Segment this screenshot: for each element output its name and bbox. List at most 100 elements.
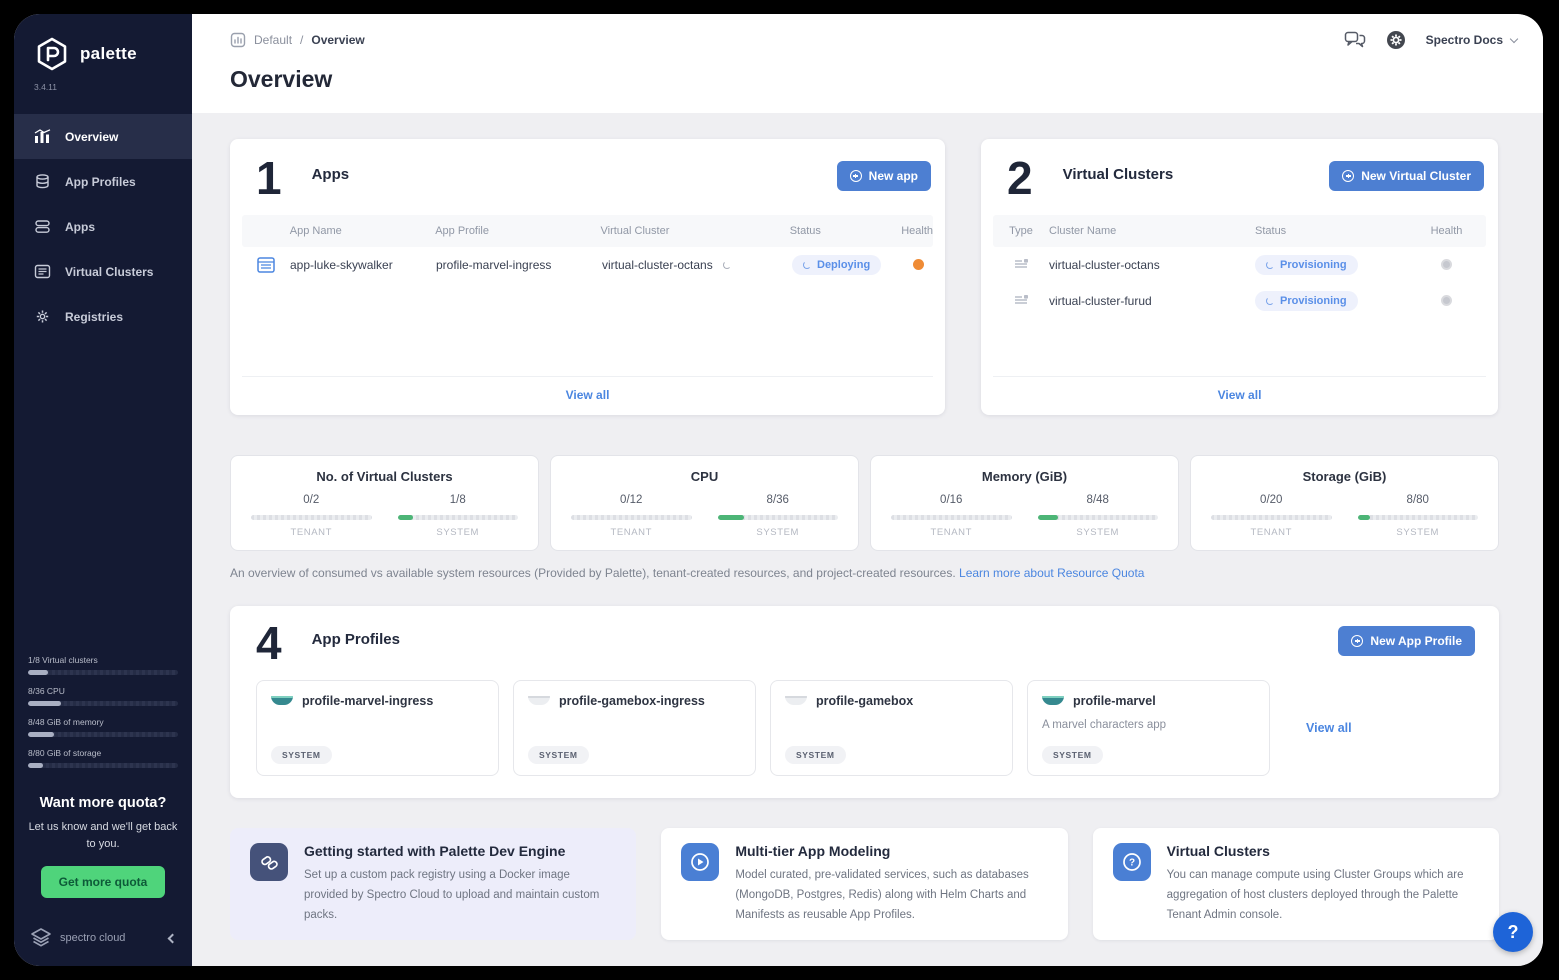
brand-name: palette — [80, 44, 137, 64]
cluster-type-icon — [1013, 294, 1029, 307]
cluster-type-icon — [1013, 258, 1029, 271]
sidebar-item-virtual-clusters[interactable]: Virtual Clusters — [14, 249, 192, 294]
sidebar: palette 3.4.11 Overview App Profiles — [14, 14, 192, 966]
clusters-view-all-link[interactable]: View all — [993, 376, 1486, 415]
info-card-description: Model curated, pre-validated services, s… — [735, 865, 1047, 925]
apps-card: 1 Apps New app App Name App Profile Virt… — [230, 139, 945, 415]
table-row[interactable]: virtual-cluster-octans Provisioning — [993, 247, 1486, 283]
status-badge: Provisioning — [1280, 295, 1347, 307]
quota-card-memory: Memory (GiB) 0/16TENANT 8/48SYSTEM — [870, 455, 1179, 551]
profiles-view-all-link[interactable]: View all — [1306, 721, 1352, 735]
system-label: SYSTEM — [1358, 527, 1479, 538]
quota-caption-text: An overview of consumed vs available sys… — [230, 566, 956, 580]
profile-name: profile-marvel-ingress — [302, 694, 433, 708]
docs-dropdown-label: Spectro Docs — [1426, 33, 1503, 47]
info-card-app-modeling[interactable]: Multi-tier App Modeling Model curated, p… — [661, 828, 1067, 940]
resource-quota-row: No. of Virtual Clusters 0/2TENANT 1/8SYS… — [230, 455, 1499, 551]
quota-promo-title: Want more quota? — [24, 795, 182, 811]
quota-caption: An overview of consumed vs available sys… — [230, 566, 1499, 580]
cluster-status-cell: Provisioning — [1255, 291, 1407, 311]
quota-label: 1/8 Virtual clusters — [28, 655, 178, 665]
new-app-profile-button[interactable]: New App Profile — [1338, 626, 1475, 656]
new-virtual-cluster-button[interactable]: New Virtual Cluster — [1329, 161, 1484, 191]
bar-chart-icon — [34, 129, 51, 144]
info-card-virtual-clusters[interactable]: ? Virtual Clusters You can manage comput… — [1093, 828, 1499, 940]
apps-table-header: App Name App Profile Virtual Cluster Sta… — [242, 215, 933, 247]
loading-spinner-icon — [1266, 261, 1274, 269]
chevron-down-icon — [1510, 34, 1518, 42]
sidebar-item-apps[interactable]: Apps — [14, 204, 192, 249]
profile-name: profile-gamebox-ingress — [559, 694, 705, 708]
breadcrumb-project[interactable]: Default — [254, 33, 292, 47]
profile-card[interactable]: profile-marvel-ingress SYSTEM — [256, 680, 499, 776]
tenant-value: 0/2 — [251, 494, 372, 506]
tenant-bar — [1211, 515, 1332, 520]
virtual-clusters-card: 2 Virtual Clusters New Virtual Cluster T… — [981, 139, 1498, 415]
sidebar-item-label: Overview — [65, 130, 118, 144]
quota-card-title: CPU — [571, 469, 838, 484]
apps-count: 1 — [256, 157, 282, 201]
app-profiles-card: 4 App Profiles New App Profile profile-m… — [230, 606, 1499, 798]
sidebar-nav: Overview App Profiles Apps — [14, 114, 192, 339]
sidebar-item-registries[interactable]: Registries — [14, 294, 192, 339]
link-icon — [259, 852, 279, 872]
quota-card-title: Storage (GiB) — [1211, 469, 1478, 484]
info-card-dev-engine[interactable]: Getting started with Palette Dev Engine … — [230, 828, 636, 940]
system-label: SYSTEM — [398, 527, 519, 538]
app-version: 3.4.11 — [14, 78, 192, 108]
sidebar-item-label: App Profiles — [65, 175, 136, 189]
system-badge: SYSTEM — [528, 746, 589, 764]
health-dot-gray — [1441, 295, 1452, 306]
sidebar-item-label: Virtual Clusters — [65, 265, 153, 279]
loading-spinner-icon — [723, 261, 731, 269]
new-app-button[interactable]: New app — [837, 161, 931, 191]
sidebar-footer-brand: spectro cloud — [60, 932, 125, 944]
page-title: Overview — [230, 50, 1517, 113]
quota-cpu: 8/36 CPU — [28, 686, 178, 706]
plus-circle-icon — [1351, 635, 1363, 647]
tenant-value: 0/20 — [1211, 494, 1332, 506]
project-icon — [230, 32, 246, 48]
tenant-bar — [571, 515, 692, 520]
profiles-card-title: App Profiles — [312, 631, 400, 648]
help-button[interactable]: ? — [1493, 912, 1533, 952]
profile-card[interactable]: profile-gamebox SYSTEM — [770, 680, 1013, 776]
collapse-sidebar-icon[interactable] — [168, 933, 178, 943]
sidebar-item-app-profiles[interactable]: App Profiles — [14, 159, 192, 204]
app-table-icon — [257, 257, 275, 273]
sidebar-quota-list: 1/8 Virtual clusters 8/36 CPU 8/48 GiB o… — [14, 655, 192, 779]
breadcrumb-page: Overview — [311, 33, 364, 47]
clusters-card-title: Virtual Clusters — [1063, 166, 1174, 183]
profile-card[interactable]: profile-marvel A marvel characters app S… — [1027, 680, 1270, 776]
profile-card[interactable]: profile-gamebox-ingress SYSTEM — [513, 680, 756, 776]
table-row[interactable]: virtual-cluster-furud Provisioning — [993, 283, 1486, 319]
resource-quota-link[interactable]: Learn more about Resource Quota — [959, 566, 1144, 580]
clusters-count: 2 — [1007, 157, 1033, 201]
app-profile-cell: profile-marvel-ingress — [436, 258, 602, 272]
profile-icon — [785, 696, 807, 705]
docs-dropdown[interactable]: Spectro Docs — [1426, 33, 1517, 47]
status-badge: Deploying — [817, 259, 870, 271]
table-row[interactable]: app-luke-skywalker profile-marvel-ingres… — [242, 247, 933, 283]
profile-icon — [1042, 696, 1064, 705]
system-value: 8/80 — [1358, 494, 1479, 506]
info-card-title: Virtual Clusters — [1167, 843, 1479, 859]
get-more-quota-button[interactable]: Get more quota — [41, 866, 166, 898]
col-type: Type — [993, 225, 1049, 237]
quota-card-cpu: CPU 0/12TENANT 8/36SYSTEM — [550, 455, 859, 551]
quota-card-virtual-clusters: No. of Virtual Clusters 0/2TENANT 1/8SYS… — [230, 455, 539, 551]
logo-row: palette — [14, 14, 192, 78]
apps-view-all-link[interactable]: View all — [242, 376, 933, 415]
col-app-profile: App Profile — [435, 225, 600, 237]
feedback-chat-icon[interactable] — [1344, 31, 1366, 49]
status-badge: Provisioning — [1280, 259, 1347, 271]
list-box-icon — [34, 264, 51, 279]
system-bar — [398, 515, 519, 520]
sidebar-item-overview[interactable]: Overview — [14, 114, 192, 159]
settings-gear-icon[interactable] — [1386, 30, 1406, 50]
clusters-table: Type Cluster Name Status Health vir — [993, 215, 1486, 319]
spectro-cloud-logo-icon — [30, 928, 52, 948]
content: 1 Apps New app App Name App Profile Virt… — [192, 113, 1543, 966]
tenant-label: TENANT — [251, 527, 372, 538]
cluster-status-cell: Provisioning — [1255, 255, 1407, 275]
